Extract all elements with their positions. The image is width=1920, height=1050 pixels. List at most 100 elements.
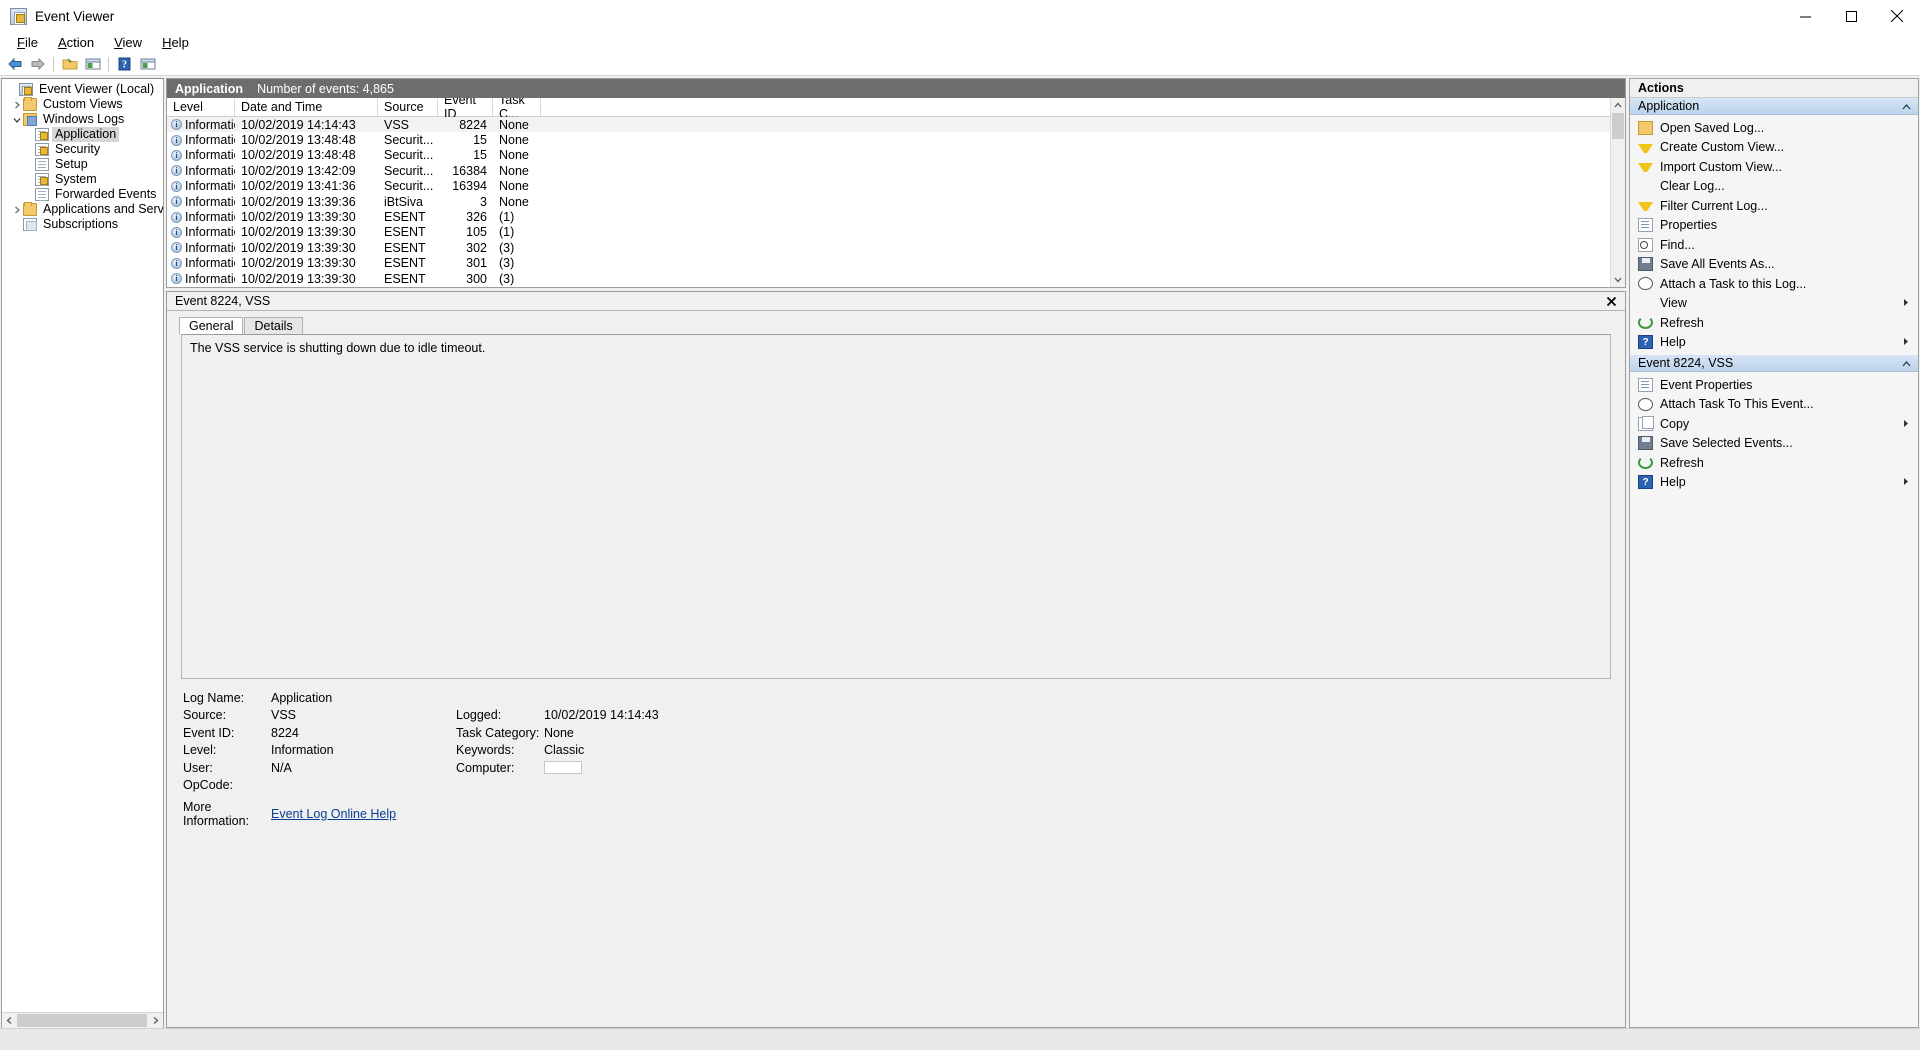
- scroll-right-icon[interactable]: [148, 1012, 163, 1028]
- funnel-icon: [1638, 202, 1653, 212]
- tree-item-subscriptions[interactable]: Subscriptions: [2, 217, 163, 232]
- table-row[interactable]: iInformation 10/02/2019 13:39:30 ESENT 302 (…: [167, 240, 1610, 255]
- action-item[interactable]: Attach Task To This Event...: [1630, 395, 1918, 415]
- cell-event-id: 15: [473, 133, 487, 148]
- window-list-icon[interactable]: [82, 54, 103, 74]
- tree-scrollbar-thumb[interactable]: [17, 1013, 147, 1027]
- table-row[interactable]: iInformation 10/02/2019 13:39:30 ESENT 301 (…: [167, 256, 1610, 271]
- tab-general[interactable]: General: [179, 317, 244, 334]
- table-row[interactable]: iInformation 10/02/2019 13:39:30 ESENT 300 (…: [167, 271, 1610, 286]
- left-arrow-icon[interactable]: [4, 54, 25, 74]
- question-mark-icon[interactable]: ?: [114, 54, 135, 74]
- action-item[interactable]: Open Saved Log...: [1630, 118, 1918, 138]
- action-item[interactable]: ? Help: [1630, 473, 1918, 493]
- tree-item-applications-and-services-logs[interactable]: Applications and Services Lo: [2, 202, 163, 217]
- tree-item-system[interactable]: System: [2, 172, 163, 187]
- actions-group-title: Event 8224, VSS: [1638, 356, 1734, 370]
- event-scrollbar-track[interactable]: [1611, 113, 1625, 272]
- column-header-level[interactable]: Level: [167, 98, 235, 116]
- window-pane-icon[interactable]: [137, 54, 158, 74]
- chevron-down-icon[interactable]: [10, 116, 23, 124]
- event-grid: Level Date and Time Source Event ID Task…: [167, 98, 1610, 287]
- action-item[interactable]: View: [1630, 294, 1918, 314]
- actions-group-header[interactable]: Application: [1630, 98, 1918, 115]
- action-item[interactable]: Find...: [1630, 235, 1918, 255]
- action-item[interactable]: Import Custom View...: [1630, 157, 1918, 177]
- close-icon[interactable]: [1601, 293, 1621, 310]
- tab-details[interactable]: Details: [244, 317, 303, 334]
- action-item[interactable]: Create Custom View...: [1630, 138, 1918, 158]
- action-item[interactable]: ? Help: [1630, 333, 1918, 353]
- cell-date-and-time: 10/02/2019 13:42:09: [241, 163, 356, 178]
- event-log-online-help-link[interactable]: Event Log Online Help: [271, 807, 396, 821]
- action-item[interactable]: Save Selected Events...: [1630, 434, 1918, 454]
- menu-view[interactable]: View: [104, 33, 152, 52]
- custom-views-folder-icon: [23, 97, 37, 111]
- column-header-event-id[interactable]: Event ID: [438, 98, 493, 121]
- column-header-source[interactable]: Source: [378, 98, 438, 116]
- tree-scrollbar-track[interactable]: [17, 1012, 148, 1028]
- collapse-caret-icon[interactable]: [1902, 356, 1911, 370]
- maximize-icon[interactable]: [1828, 0, 1874, 32]
- cell-task-category: (1): [499, 225, 515, 240]
- table-row[interactable]: iInformation 10/02/2019 13:48:48 Securit..…: [167, 132, 1610, 147]
- folder-icon[interactable]: [59, 54, 80, 74]
- menu-help[interactable]: Help: [152, 33, 199, 52]
- actions-group-header[interactable]: Event 8224, VSS: [1630, 355, 1918, 372]
- action-item[interactable]: Clear Log...: [1630, 177, 1918, 197]
- right-arrow-icon[interactable]: [27, 54, 48, 74]
- action-item[interactable]: Copy: [1630, 414, 1918, 434]
- event-list-vertical-scrollbar[interactable]: [1610, 98, 1625, 287]
- table-row[interactable]: iInformation 10/02/2019 13:41:36 Securit..…: [167, 179, 1610, 194]
- menu-action[interactable]: Action: [48, 33, 104, 52]
- table-row[interactable]: iInformation 10/02/2019 13:39:30 ESENT 326 (…: [167, 209, 1610, 224]
- action-item[interactable]: Event Properties: [1630, 375, 1918, 395]
- event-id-label: Event ID:: [183, 725, 235, 740]
- event-viewer-icon: [10, 7, 27, 25]
- column-header-task-category[interactable]: Task C...: [493, 98, 541, 121]
- scroll-down-icon[interactable]: [1611, 272, 1625, 287]
- tree-item-forwarded-events[interactable]: Forwarded Events: [2, 187, 163, 202]
- action-item[interactable]: Filter Current Log...: [1630, 196, 1918, 216]
- action-item[interactable]: Refresh: [1630, 453, 1918, 473]
- tree-item-security[interactable]: Security: [2, 142, 163, 157]
- action-item[interactable]: Save All Events As...: [1630, 255, 1918, 275]
- tree-item-event-viewer-local[interactable]: Event Viewer (Local): [2, 82, 163, 97]
- column-header-date-and-time[interactable]: Date and Time: [235, 98, 378, 116]
- cell-event-id: 15: [473, 148, 487, 163]
- minimize-icon[interactable]: [1782, 0, 1828, 32]
- source-value: VSS: [271, 708, 297, 723]
- log-warn-icon: [35, 128, 49, 141]
- scroll-left-icon[interactable]: [2, 1012, 17, 1028]
- tree-item-application[interactable]: Application: [2, 127, 163, 142]
- table-row[interactable]: iInformation 10/02/2019 13:42:09 Securit..…: [167, 163, 1610, 178]
- table-row[interactable]: iInformation 10/02/2019 13:48:48 Securit..…: [167, 148, 1610, 163]
- action-item[interactable]: Properties: [1630, 216, 1918, 236]
- cell-date-and-time: 10/02/2019 13:39:30: [241, 240, 356, 255]
- menu-file[interactable]: File: [7, 33, 48, 52]
- information-icon: i: [171, 242, 182, 254]
- tree-horizontal-scrollbar[interactable]: [2, 1012, 163, 1028]
- information-icon: i: [171, 165, 182, 177]
- tree-item-setup[interactable]: Setup: [2, 157, 163, 172]
- event-grid-column-headers: Level Date and Time Source Event ID Task…: [167, 98, 1610, 121]
- keywords-label: Keywords:: [456, 743, 515, 758]
- table-row[interactable]: iInformation 10/02/2019 13:39:30 ESENT 105 (…: [167, 225, 1610, 240]
- table-row[interactable]: iInformation 10/02/2019 13:39:36 iBtSiva 3N…: [167, 194, 1610, 209]
- event-grid-wrapper: Level Date and Time Source Event ID Task…: [167, 98, 1625, 287]
- table-row[interactable]: iInformation 10/02/2019 14:14:43 VSS 8224 No…: [167, 117, 1610, 133]
- action-item[interactable]: Refresh: [1630, 313, 1918, 333]
- close-icon[interactable]: [1874, 0, 1920, 32]
- cell-level-text: Information: [185, 240, 235, 255]
- cell-task-category: None: [499, 133, 529, 148]
- event-scrollbar-thumb[interactable]: [1612, 113, 1624, 139]
- column-header-filler: [541, 98, 1610, 116]
- action-item[interactable]: Attach a Task to this Log...: [1630, 274, 1918, 294]
- collapse-caret-icon[interactable]: [1902, 99, 1911, 113]
- property-row-level-keywords: Level: Information Keywords: Classic: [183, 742, 1611, 760]
- scroll-up-icon[interactable]: [1611, 98, 1625, 113]
- chevron-right-icon[interactable]: [10, 101, 23, 109]
- tree-item-windows-logs[interactable]: Windows Logs: [2, 112, 163, 127]
- chevron-right-icon[interactable]: [10, 206, 23, 214]
- tree-item-custom-views[interactable]: Custom Views: [2, 97, 163, 112]
